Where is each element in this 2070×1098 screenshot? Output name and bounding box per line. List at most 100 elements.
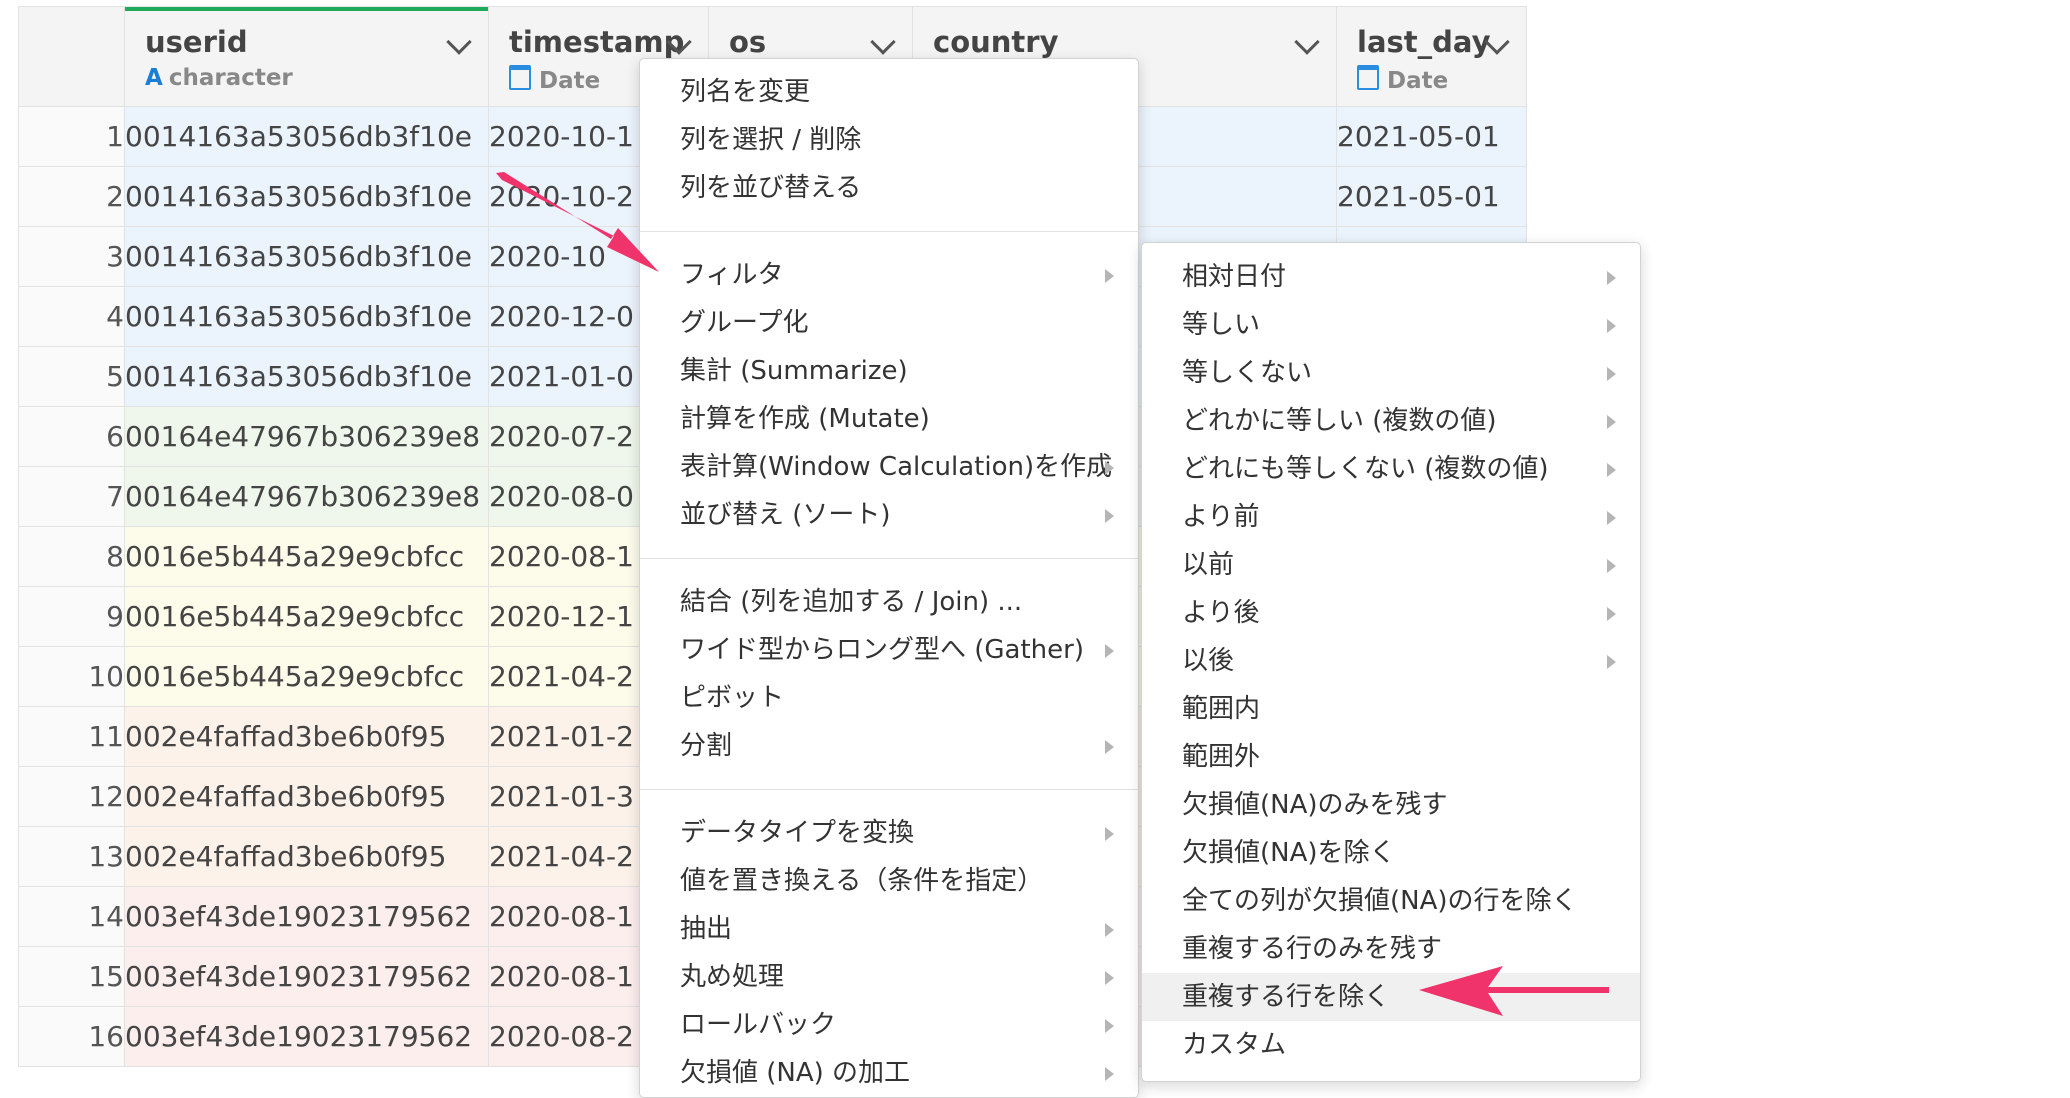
menu-item[interactable]: 結合 (列を追加する / Join) ... (640, 578, 1138, 626)
menu-item[interactable]: 列を並び替える (640, 164, 1138, 212)
menu-item[interactable]: カスタム (1142, 1021, 1640, 1069)
menu-item[interactable]: 集計 (Summarize) (640, 347, 1138, 395)
menu-item[interactable]: 分割 (640, 722, 1138, 770)
column-context-menu: 列名を変更列を選択 / 削除 列を並び替える フィルタグループ化集計 (Summar… (639, 58, 1139, 1098)
row-number: 14 (18, 886, 125, 947)
cell-userid: 0014163a53056db3f10e (124, 286, 489, 347)
menu-item[interactable]: どれにも等しくない (複数の値) (1142, 445, 1640, 493)
menu-item[interactable]: 全ての列が欠損値(NA)の行を除く (1142, 877, 1640, 925)
row-number: 7 (18, 466, 125, 527)
menu-item-label: どれにも等しくない (複数の値) (1182, 454, 1549, 484)
cell-userid: 00164e47967b306239e8 (124, 466, 489, 527)
menu-item[interactable]: 並び替え (ソート) (640, 491, 1138, 539)
column-name: userid (145, 25, 248, 59)
menu-item[interactable]: どれかに等しい (複数の値) (1142, 397, 1640, 445)
chevron-down-icon[interactable] (446, 29, 472, 55)
menu-item[interactable]: 欠損値(NA)のみを残す (1142, 781, 1640, 829)
menu-item[interactable]: グループ化 (640, 299, 1138, 347)
row-number: 10 (18, 646, 125, 707)
menu-item-label: 抽出 (680, 914, 733, 944)
menu-item-label: ワイド型からロング型へ (Gather) (680, 635, 1084, 665)
row-number: 13 (18, 826, 125, 887)
menu-item[interactable]: 範囲内 (1142, 685, 1640, 733)
menu-item[interactable]: より後 (1142, 589, 1640, 637)
menu-item-label: 相対日付 (1182, 262, 1287, 292)
menu-item-label: ロールバック (680, 1010, 837, 1040)
menu-item-label: 全ての列が欠損値(NA)の行を除く (1182, 886, 1578, 916)
character-type-icon: A (145, 65, 163, 91)
submenu-arrow-icon (1607, 655, 1616, 669)
cell-userid: 0016e5b445a29e9cbfcc (124, 586, 489, 647)
cell-userid: 0016e5b445a29e9cbfcc (124, 646, 489, 707)
menu-item[interactable]: 相対日付 (1142, 253, 1640, 301)
row-number: 8 (18, 526, 125, 587)
menu-item-label: カスタム (1182, 1030, 1287, 1060)
submenu-arrow-icon (1105, 1019, 1114, 1033)
submenu-arrow-icon (1105, 971, 1114, 985)
submenu-arrow-icon (1105, 1067, 1114, 1081)
menu-item-label: フィルタ (680, 260, 784, 290)
submenu-arrow-icon (1607, 367, 1616, 381)
menu-item[interactable]: 範囲外 (1142, 733, 1640, 781)
menu-item[interactable]: 等しくない (1142, 349, 1640, 397)
menu-item-label: データタイプを変換 (680, 818, 915, 848)
submenu-arrow-icon (1105, 740, 1114, 754)
row-number: 1 (18, 106, 125, 167)
menu-item-label: 計算を作成 (Mutate) (680, 404, 930, 434)
submenu-arrow-icon (1607, 511, 1616, 525)
submenu-arrow-icon (1607, 559, 1616, 573)
chevron-down-icon[interactable] (1294, 29, 1320, 55)
column-header-userid[interactable]: userid Acharacter (124, 6, 489, 107)
menu-item[interactable]: 以前 (1142, 541, 1640, 589)
submenu-arrow-icon (1105, 269, 1114, 283)
row-number: 15 (18, 946, 125, 1007)
menu-item[interactable]: 等しい (1142, 301, 1640, 349)
menu-item[interactable]: 重複する行を除く (1142, 973, 1640, 1021)
menu-item[interactable]: 欠損値(NA)を除く (1142, 829, 1640, 877)
menu-item[interactable]: 列名を変更 (640, 68, 1138, 116)
menu-item-label: 欠損値 (NA) の加工 (680, 1058, 911, 1088)
menu-item-label: 範囲外 (1182, 742, 1261, 772)
row-number: 5 (18, 346, 125, 407)
row-number: 11 (18, 706, 125, 767)
menu-item[interactable]: 列を選択 / 削除 (640, 116, 1138, 164)
menu-item[interactable]: データタイプを変換 (640, 809, 1138, 857)
menu-item[interactable]: ロールバック (640, 1001, 1138, 1049)
column-type-label: Date (1387, 68, 1449, 94)
filter-submenu: 相対日付等しい 等しくないどれかに等しい (複数の値) どれにも等しくない (複数の… (1141, 242, 1641, 1082)
cell-userid: 003ef43de19023179562 (124, 946, 489, 1007)
submenu-arrow-icon (1607, 463, 1616, 477)
menu-item-label: どれかに等しい (複数の値) (1182, 406, 1497, 436)
menu-item-label: 分割 (680, 731, 733, 761)
row-number: 2 (18, 166, 125, 227)
menu-item-label: 列を並び替える (680, 173, 862, 203)
menu-item-label: 列を選択 / 削除 (680, 125, 862, 155)
submenu-arrow-icon (1105, 461, 1114, 475)
date-type-icon (1357, 65, 1379, 90)
menu-item-label: 重複する行のみを残す (1182, 934, 1443, 964)
submenu-arrow-icon (1105, 509, 1114, 523)
menu-item-label: より前 (1182, 502, 1260, 532)
submenu-arrow-icon (1607, 607, 1616, 621)
menu-item[interactable]: 重複する行のみを残す (1142, 925, 1640, 973)
menu-item[interactable]: フィルタ (640, 251, 1138, 299)
column-header-last-day[interactable]: last_day Date (1336, 6, 1527, 107)
menu-item[interactable]: ピボット (640, 674, 1138, 722)
menu-item[interactable]: 以後 (1142, 637, 1640, 685)
menu-item[interactable]: 値を置き換える（条件を指定） (640, 857, 1138, 905)
menu-item[interactable]: ワイド型からロング型へ (Gather) (640, 626, 1138, 674)
column-type-label: character (168, 65, 293, 91)
menu-item[interactable]: 丸め処理 (640, 953, 1138, 1001)
menu-item-label: 以前 (1182, 550, 1235, 580)
chevron-down-icon[interactable] (870, 29, 896, 55)
cell-userid: 003ef43de19023179562 (124, 1006, 489, 1067)
submenu-arrow-icon (1105, 923, 1114, 937)
menu-item-label: 欠損値(NA)を除く (1182, 838, 1396, 868)
menu-item[interactable]: より前 (1142, 493, 1640, 541)
menu-item-label: 集計 (Summarize) (680, 356, 908, 386)
cell-last-day: 2021-05-01 (1336, 106, 1527, 167)
menu-item[interactable]: 抽出 (640, 905, 1138, 953)
menu-item[interactable]: 計算を作成 (Mutate) (640, 395, 1138, 443)
row-number-header (18, 6, 125, 107)
menu-item[interactable]: 表計算(Window Calculation)を作成 (640, 443, 1138, 491)
